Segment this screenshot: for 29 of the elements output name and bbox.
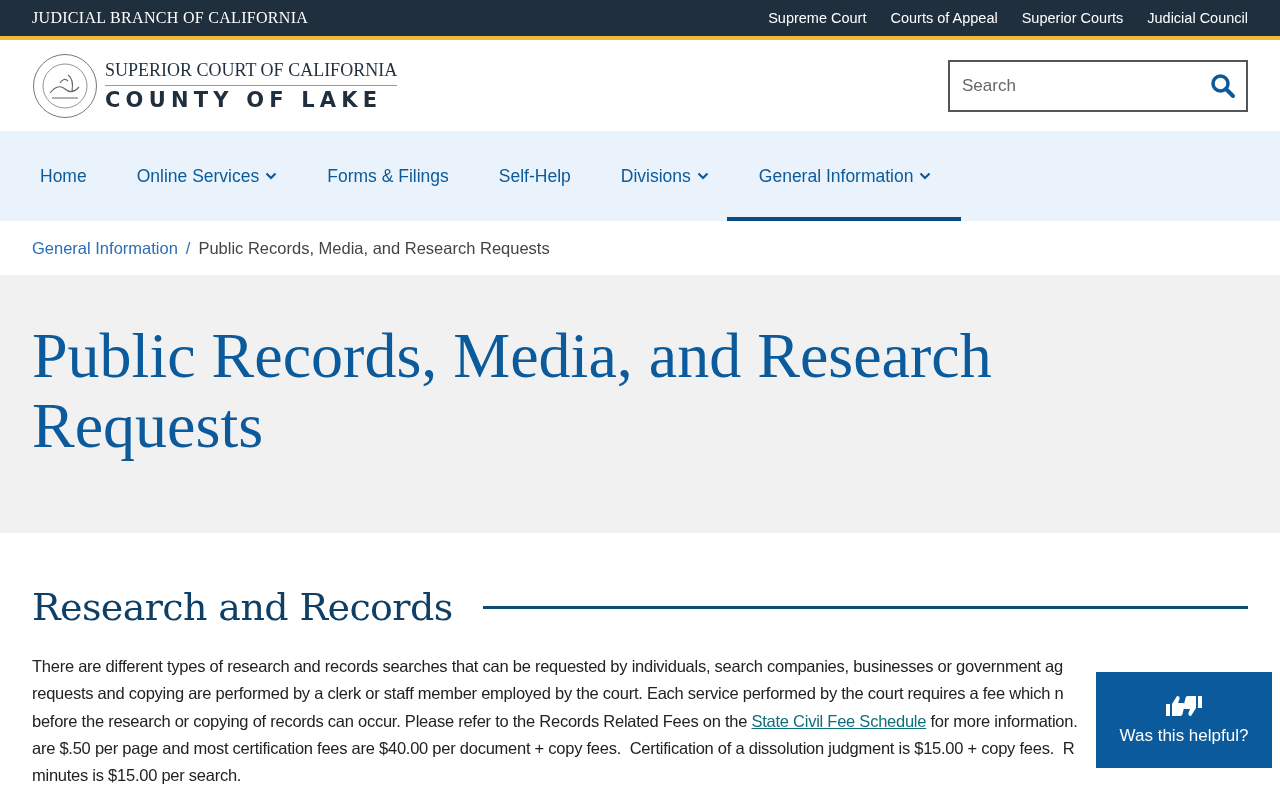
top-link[interactable]: Supreme Court <box>768 10 867 26</box>
section-heading: Research and Records <box>32 585 453 629</box>
breadcrumb-link[interactable]: General Information <box>32 238 178 258</box>
court-seal-icon <box>32 52 98 119</box>
nav-label: Divisions <box>620 165 691 187</box>
nav-label: Self-Help <box>498 165 571 187</box>
body-text: minutes is $15.00 per search. <box>32 765 242 787</box>
nav-label: Home <box>40 165 87 187</box>
nav-tab[interactable]: General Information <box>726 131 962 221</box>
nav-label: Online Services <box>136 165 260 187</box>
top-link[interactable]: Superior Courts <box>1021 10 1124 26</box>
body-text: There are different types of research and records searches that can be requested by individuals, search companies, businesses or government ag <box>32 656 1063 677</box>
body-text: requests and copying are performed by a clerk or staff member employed by the court. Each service performed by the court requires a fee which n <box>32 683 1064 705</box>
logo-title: SUPERIOR COURT OF CALIFORNIA <box>105 59 398 86</box>
feedback-button[interactable]: Was this helpful? <box>1096 672 1272 768</box>
top-link[interactable]: Judicial Council <box>1147 10 1248 26</box>
top-link[interactable]: Courts of Appeal <box>890 10 998 26</box>
nav-label: Forms & Filings <box>327 165 449 187</box>
breadcrumb-current: Public Records, Media, and Research Requests <box>198 238 550 258</box>
branch-title: JUDICIAL BRANCH OF CALIFORNIA <box>32 9 309 27</box>
fee-schedule-link[interactable]: State Civil Fee Schedule <box>751 711 927 730</box>
search-field[interactable]: Search <box>948 59 1248 112</box>
search-icon[interactable] <box>1210 72 1236 99</box>
page-title: Public Records, Media, and Research Requests <box>32 321 993 461</box>
body-text: are $.50 per page and most certification fees are $40.00 per document + copy fees. Certification of a dissolution judgment is $15.00 + copy fees. R <box>32 737 1075 759</box>
nav-label: General Information <box>758 165 914 187</box>
logo-county: COUNTY OF LAKE <box>105 86 384 112</box>
body-text: before the research or copying of records can occur. Please refer to the Records Related Fees on the State Civil Fee Schedule for more information. <box>32 710 1078 732</box>
breadcrumb-separator: / <box>185 238 191 258</box>
